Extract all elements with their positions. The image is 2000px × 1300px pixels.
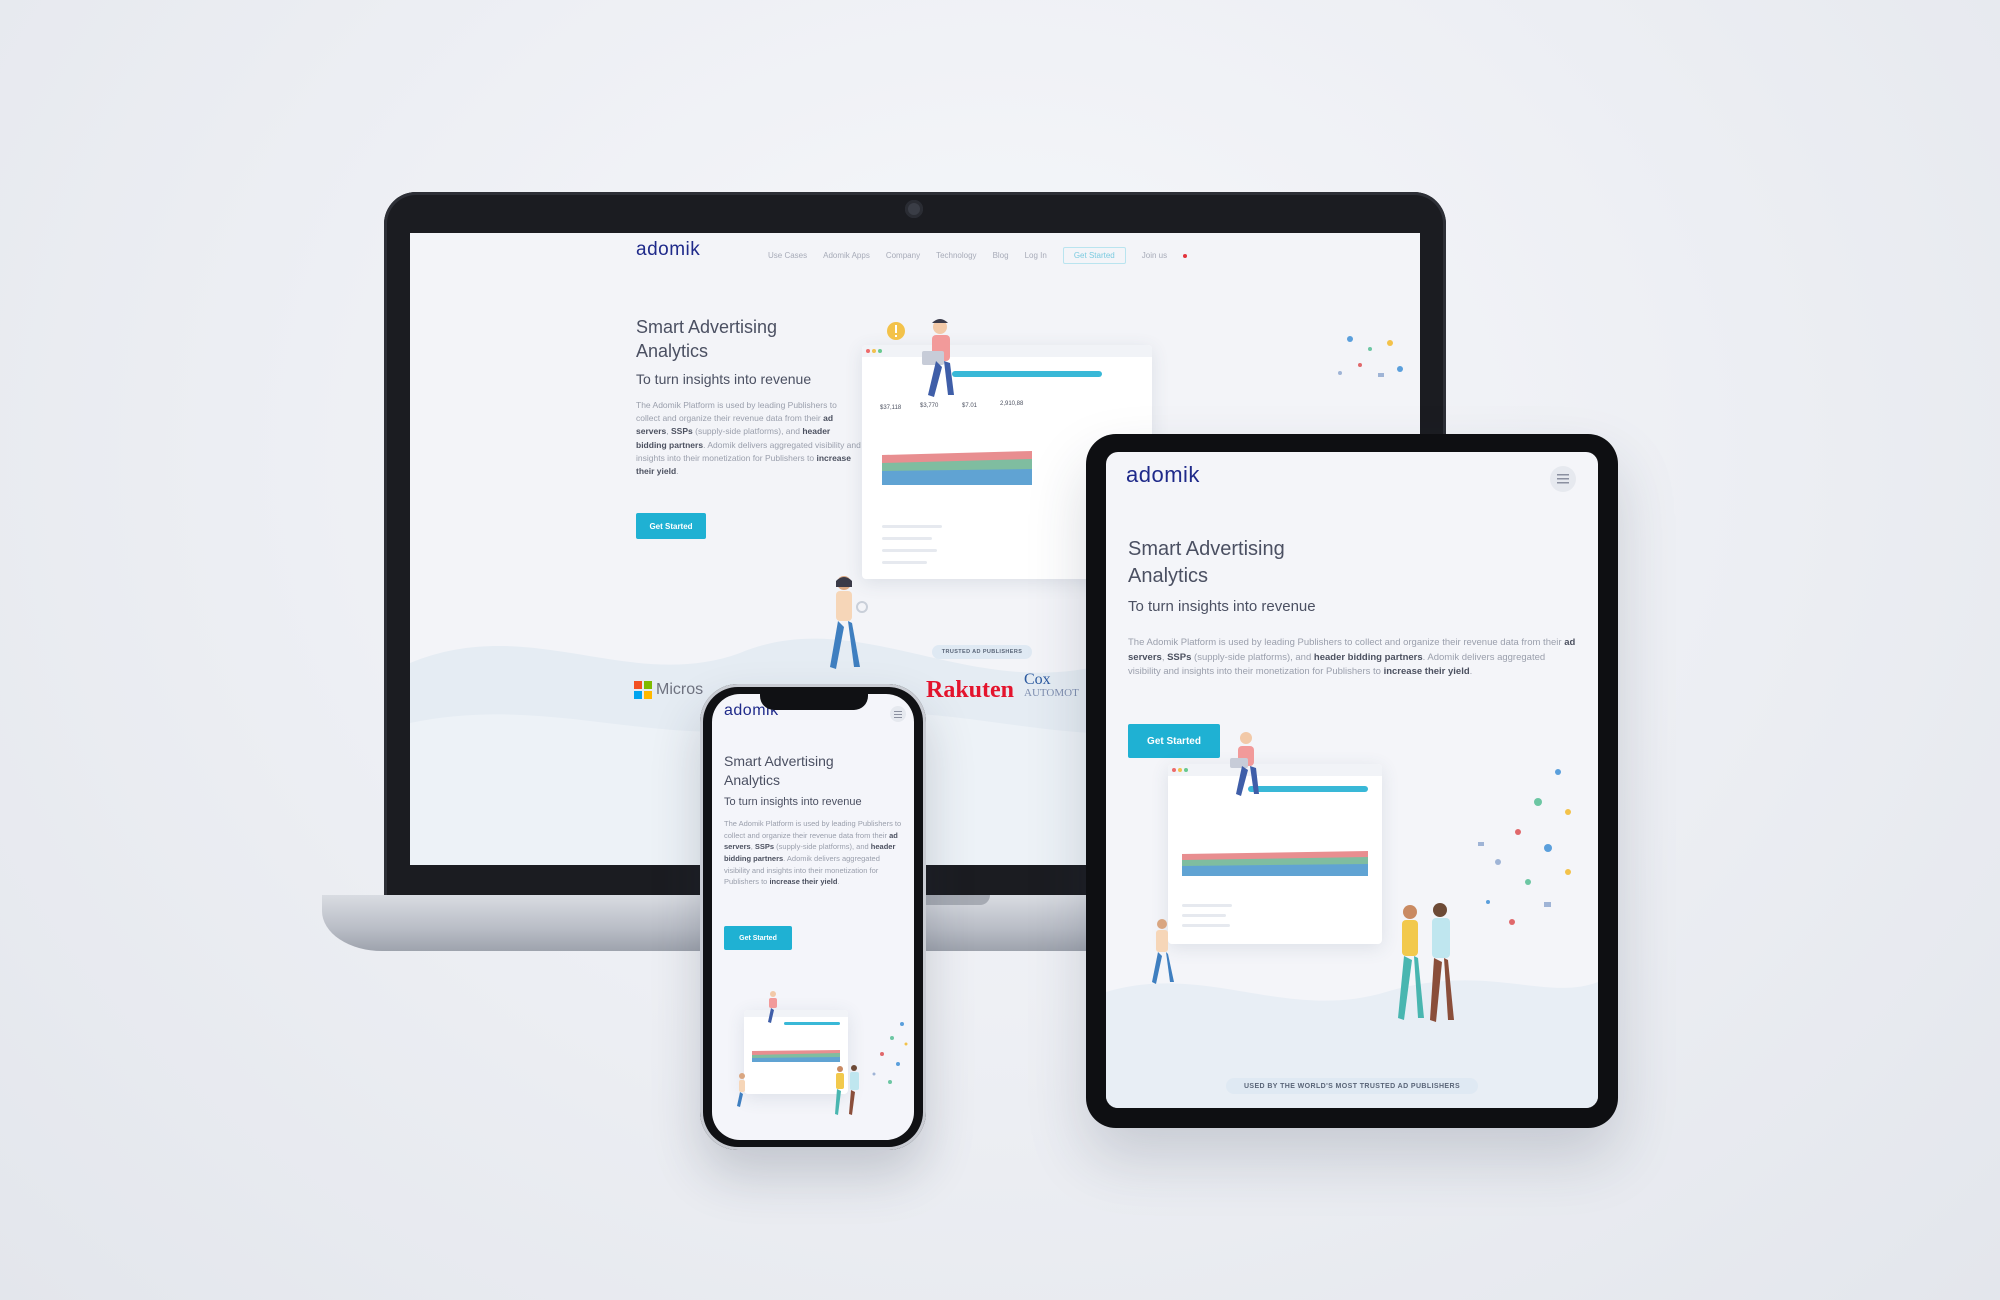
tablet-screen: adomik Smart Advertising Analytics To tu… bbox=[1106, 452, 1598, 1108]
hero-subtitle: To turn insights into revenue bbox=[636, 371, 812, 387]
hero-get-started-button[interactable]: Get Started bbox=[636, 513, 706, 539]
device-mockup-scene: adomik Use Cases Adomik Apps Company Tec… bbox=[0, 0, 2000, 1300]
microsoft-logo-icon bbox=[634, 681, 652, 699]
woman-standing-illustration bbox=[737, 1073, 745, 1107]
woman-standing-illustration bbox=[1152, 919, 1174, 984]
brand-rakuten: Rakuten bbox=[926, 677, 1015, 703]
exclamation-icon bbox=[887, 322, 905, 340]
kpi-value: 2,910,88 bbox=[1000, 401, 1024, 407]
woman-standing-illustration bbox=[830, 576, 868, 669]
stacked-area-chart bbox=[752, 1050, 840, 1062]
dashboard-progress-bar bbox=[952, 371, 1102, 377]
hero-title-line-1: Smart Advertising bbox=[636, 317, 778, 337]
nav-item-adomik-apps[interactable]: Adomik Apps bbox=[823, 251, 870, 260]
hero-title: Smart Advertising Analytics bbox=[636, 315, 777, 364]
phone-notch bbox=[760, 690, 868, 710]
hero-subtitle: To turn insights into revenue bbox=[724, 796, 862, 808]
data-confetti-illustration bbox=[1478, 769, 1571, 925]
dashboard-titlebar bbox=[862, 345, 1152, 357]
hero-subtitle: To turn insights into revenue bbox=[1128, 598, 1316, 615]
kpi-value: $37,118 bbox=[880, 405, 902, 411]
nav-item-company[interactable]: Company bbox=[886, 251, 920, 260]
table-row bbox=[882, 537, 932, 540]
nav-item-join-us[interactable]: Join us bbox=[1142, 251, 1167, 260]
trusted-publishers-banner: TRUSTED AD PUBLISHERS bbox=[932, 645, 1032, 659]
nav-item-log-in[interactable]: Log In bbox=[1025, 251, 1047, 260]
person-with-laptop-illustration bbox=[922, 319, 954, 397]
dashboard-titlebar bbox=[1168, 764, 1382, 776]
hero-body: The Adomik Platform is used by leading P… bbox=[724, 819, 902, 887]
site-logo[interactable]: adomik bbox=[636, 239, 700, 261]
stacked-area-chart bbox=[1182, 851, 1368, 876]
dashboard-illustration bbox=[1168, 764, 1382, 944]
laptop-camera bbox=[905, 200, 923, 218]
table-row bbox=[1182, 914, 1226, 917]
hero-body: The Adomik Platform is used by leading P… bbox=[636, 400, 861, 476]
hero-get-started-button[interactable]: Get Started bbox=[1128, 724, 1220, 758]
table-row bbox=[882, 525, 942, 528]
hero-title: Smart Advertising Analytics bbox=[724, 752, 834, 790]
two-people-illustration bbox=[1398, 903, 1454, 1022]
hero-get-started-button[interactable]: Get Started bbox=[724, 926, 792, 950]
trusted-publishers-banner: USED BY THE WORLD'S MOST TRUSTED AD PUBL… bbox=[1226, 1078, 1478, 1094]
hamburger-icon bbox=[894, 710, 902, 718]
top-nav: Use Cases Adomik Apps Company Technology… bbox=[768, 247, 1188, 264]
language-dot-icon[interactable] bbox=[1183, 253, 1188, 258]
hero-title-line-1: Smart Advertising bbox=[724, 753, 834, 769]
table-row bbox=[1182, 904, 1232, 907]
data-confetti-illustration bbox=[1338, 336, 1403, 377]
brand-cox-line-1: Cox bbox=[1024, 671, 1051, 688]
dashboard-progress-bar bbox=[784, 1022, 840, 1025]
brand-cox-line-2: AUTOMOT bbox=[1024, 687, 1079, 699]
dashboard-titlebar bbox=[744, 1010, 848, 1017]
hero-title-line-1: Smart Advertising bbox=[1128, 538, 1285, 560]
menu-button[interactable] bbox=[1550, 466, 1576, 492]
nav-get-started-button[interactable]: Get Started bbox=[1062, 247, 1126, 264]
hero-body: The Adomik Platform is used by leading P… bbox=[1128, 637, 1576, 678]
two-people-illustration bbox=[835, 1065, 859, 1115]
hero-title-line-2: Analytics bbox=[636, 341, 709, 362]
phone-screen: adomik Smart Advertising Analytics To tu… bbox=[712, 694, 914, 1140]
person-with-laptop-illustration bbox=[1230, 732, 1259, 796]
person-with-laptop-illustration bbox=[768, 991, 777, 1023]
table-row bbox=[882, 561, 927, 564]
nav-item-blog[interactable]: Blog bbox=[993, 251, 1009, 260]
site-logo[interactable]: adomik bbox=[1126, 462, 1200, 488]
table-row bbox=[882, 549, 937, 552]
hero-title-line-2: Analytics bbox=[1128, 565, 1209, 587]
brand-microsoft: Micros bbox=[656, 681, 704, 698]
nav-item-technology[interactable]: Technology bbox=[936, 251, 976, 260]
data-confetti-illustration bbox=[872, 1022, 908, 1084]
hero-title: Smart Advertising Analytics bbox=[1128, 536, 1285, 590]
stacked-area-chart bbox=[882, 451, 1032, 485]
table-row bbox=[1182, 924, 1230, 927]
hero-title-line-2: Analytics bbox=[724, 771, 781, 788]
nav-item-use-cases[interactable]: Use Cases bbox=[768, 251, 807, 260]
hamburger-icon bbox=[1557, 474, 1569, 484]
brand-cox: Cox AUTOMOT bbox=[1024, 671, 1079, 700]
menu-button[interactable] bbox=[890, 706, 906, 722]
